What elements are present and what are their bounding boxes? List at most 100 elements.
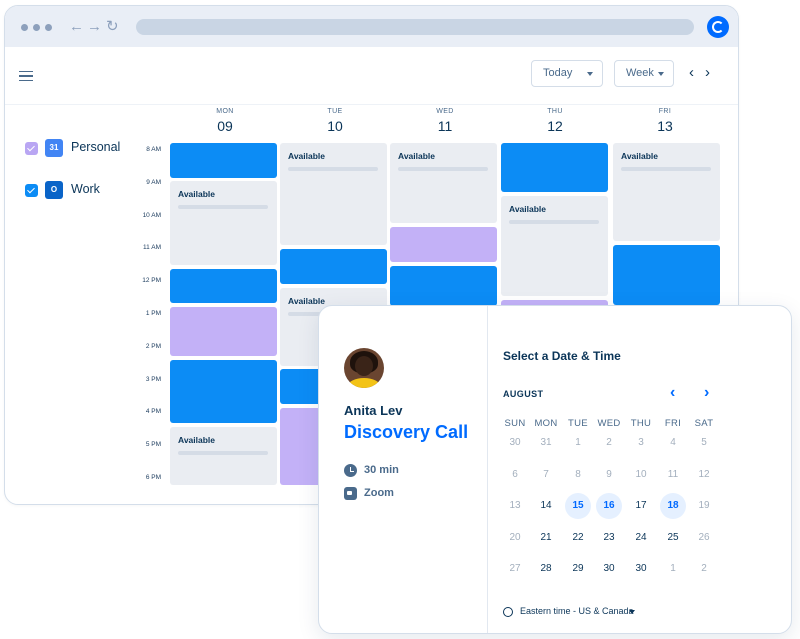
available-label: Available <box>178 435 216 445</box>
date-cell: 2 <box>606 437 612 448</box>
date-cell: 27 <box>509 563 521 574</box>
date-cell[interactable]: 25 <box>660 525 686 551</box>
available-label: Available <box>621 151 659 161</box>
placeholder-line <box>178 451 268 455</box>
day-number: 09 <box>217 118 233 134</box>
date-cell: 13 <box>509 500 521 511</box>
day-header-fri: FRI 13 <box>611 108 719 134</box>
date-cell[interactable]: 28 <box>533 556 559 582</box>
date-cell[interactable]: 29 <box>565 556 591 582</box>
day-name: FRI <box>658 108 672 115</box>
available-slot[interactable]: Available <box>613 143 720 241</box>
weekday-label: SUN <box>504 418 526 429</box>
today-dropdown[interactable]: Today <box>531 60 603 87</box>
calendar-toolbar: Today Week ‹ › <box>5 47 738 105</box>
date-cell: 8 <box>575 469 581 480</box>
date-cell: 9 <box>606 469 612 480</box>
address-bar[interactable] <box>136 19 694 35</box>
placeholder-line <box>178 205 268 209</box>
weekday-label: SAT <box>694 418 714 429</box>
busy-event[interactable] <box>170 143 277 178</box>
busy-event[interactable] <box>280 249 387 284</box>
busy-event[interactable] <box>170 360 277 423</box>
date-cell: 20 <box>509 532 521 543</box>
hamburger-menu-icon[interactable] <box>19 71 33 81</box>
globe-icon <box>503 607 513 617</box>
available-slot[interactable]: Available <box>170 181 277 265</box>
day-header-wed: WED 11 <box>391 108 499 134</box>
day-name: WED <box>436 108 454 115</box>
checkbox-icon[interactable] <box>25 142 38 155</box>
date-cell: 6 <box>512 469 518 480</box>
day-header-mon: MON 09 <box>171 108 279 134</box>
view-label: Week <box>626 67 654 79</box>
next-week-icon[interactable]: › <box>705 64 710 82</box>
date-cell-available[interactable]: 16 <box>596 493 622 519</box>
day-name: THU <box>547 108 563 115</box>
time-label: 10 AM <box>142 212 161 219</box>
date-cell[interactable]: 21 <box>533 525 559 551</box>
available-label: Available <box>288 296 326 306</box>
forward-arrow-icon[interactable]: → <box>87 17 102 37</box>
window-dot-icon[interactable] <box>33 24 40 31</box>
back-arrow-icon[interactable]: ← <box>69 17 84 37</box>
day-name: MON <box>216 108 234 115</box>
date-cell[interactable]: 14 <box>533 493 559 519</box>
date-cell: 3 <box>638 437 644 448</box>
day-header-thu: THU 12 <box>501 108 609 134</box>
date-cell[interactable]: 23 <box>596 525 622 551</box>
avatar-shirt <box>348 378 380 388</box>
date-cell[interactable]: 30 <box>628 556 654 582</box>
view-dropdown[interactable]: Week <box>614 60 674 87</box>
date-cell-available[interactable]: 18 <box>660 493 686 519</box>
next-month-icon[interactable]: › <box>704 384 709 402</box>
weekday-label: FRI <box>664 418 682 429</box>
date-cell: 26 <box>698 532 710 543</box>
weekday-label: MON <box>534 418 558 429</box>
location-text: Zoom <box>364 487 394 499</box>
available-label: Available <box>509 204 547 214</box>
available-slot[interactable]: Available <box>390 143 497 223</box>
date-cell: 4 <box>670 437 676 448</box>
available-slot[interactable]: Available <box>170 427 277 485</box>
available-label: Available <box>288 151 326 161</box>
card-divider <box>487 306 488 633</box>
date-cell[interactable]: 30 <box>596 556 622 582</box>
date-cell: 10 <box>635 469 647 480</box>
busy-event[interactable] <box>390 266 497 306</box>
date-cell[interactable]: 17 <box>628 493 654 519</box>
avatar <box>344 348 384 388</box>
outlook-icon: O <box>45 181 63 199</box>
busy-event[interactable] <box>501 143 608 192</box>
time-label: 1 PM <box>145 310 161 317</box>
date-cell: 1 <box>575 437 581 448</box>
prev-month-icon[interactable]: ‹ <box>670 384 675 402</box>
reload-icon[interactable]: ↻ <box>106 17 119 37</box>
date-cell[interactable]: 22 <box>565 525 591 551</box>
window-dot-icon[interactable] <box>45 24 52 31</box>
busy-event[interactable] <box>613 245 720 305</box>
available-slot[interactable]: Available <box>501 196 608 296</box>
calendly-logo-icon <box>707 16 729 38</box>
available-slot[interactable]: Available <box>280 143 387 245</box>
avatar-face <box>355 356 373 376</box>
busy-event[interactable] <box>170 269 277 303</box>
time-label: 4 PM <box>145 408 161 415</box>
date-cell: 5 <box>701 437 707 448</box>
host-name: Anita Lev <box>344 403 403 418</box>
weekday-label: WED <box>597 418 621 429</box>
window-dot-icon[interactable] <box>21 24 28 31</box>
date-cell-available[interactable]: 15 <box>565 493 591 519</box>
chevron-down-icon <box>658 72 664 76</box>
time-label: 5 PM <box>145 441 161 448</box>
browser-title-bar: ← → ↻ <box>5 6 738 47</box>
date-cell: 11 <box>667 469 679 480</box>
date-cell[interactable]: 24 <box>628 525 654 551</box>
personal-event[interactable] <box>390 227 497 262</box>
day-name: TUE <box>327 108 343 115</box>
checkbox-icon[interactable] <box>25 184 38 197</box>
personal-event[interactable] <box>170 307 277 356</box>
prev-week-icon[interactable]: ‹ <box>689 64 694 82</box>
available-label: Available <box>178 189 216 199</box>
time-label: 8 AM <box>146 146 161 153</box>
